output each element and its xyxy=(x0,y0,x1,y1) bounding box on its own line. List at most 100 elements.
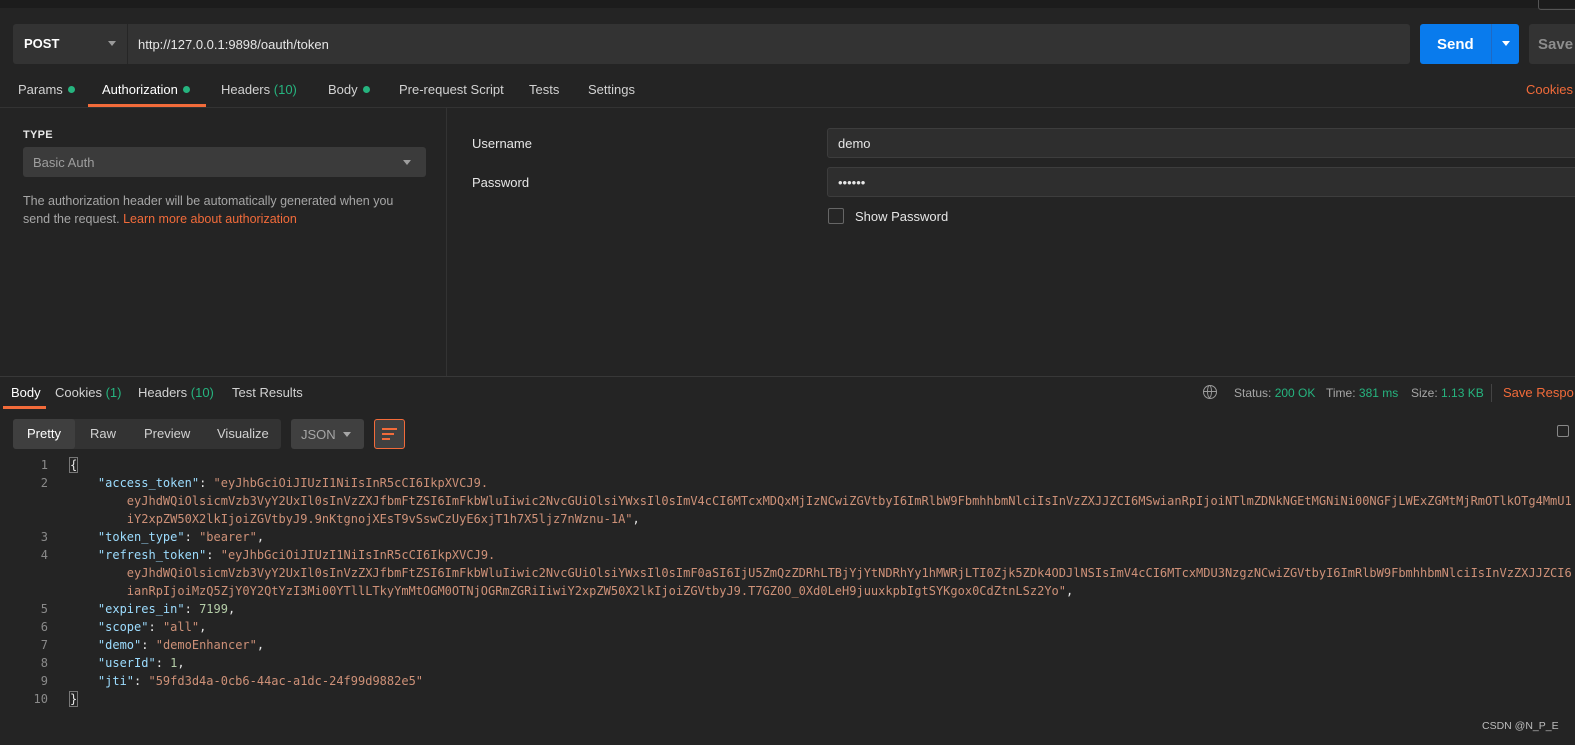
code-token: "token_type" xyxy=(97,530,185,544)
copy-icon[interactable] xyxy=(1557,425,1569,437)
code-token: "access_token" xyxy=(97,476,200,490)
tab-count: (10) xyxy=(273,82,297,97)
tab-authorization[interactable]: Authorization xyxy=(102,82,190,97)
tab-pre-request-script[interactable]: Pre-request Script xyxy=(399,82,504,97)
tab-label: Tests xyxy=(529,82,560,97)
url-input[interactable] xyxy=(127,24,1407,64)
code-token: iY2xpZW50X2lkIjoiZGVtbyJ9.9nKtgnojXEsT9v… xyxy=(69,512,633,526)
code-token: : xyxy=(148,620,163,634)
chevron-down-icon[interactable] xyxy=(1502,41,1510,46)
tab-count: (10) xyxy=(190,385,214,400)
time-label: Time: xyxy=(1326,386,1356,400)
tab-label: Settings xyxy=(588,82,635,97)
globe-icon[interactable] xyxy=(1203,385,1217,399)
code-line: } xyxy=(69,691,79,707)
code-token: "eyJhbGciOiJIUzI1NiIsInR5cCI6IkpXVCJ9. xyxy=(213,476,489,490)
code-line: eyJhdWQiOlsicmVzb3VyY2UxIl0sInVzZXJfbmFt… xyxy=(69,566,1572,580)
line-number: 1 xyxy=(40,458,48,472)
code-token: { xyxy=(69,457,79,473)
line-number: 4 xyxy=(40,548,48,562)
code-token: "demo" xyxy=(97,638,142,652)
code-line: eyJhdWQiOlsicmVzb3VyY2UxIl0sInVzZXJfbmFt… xyxy=(69,494,1572,508)
line-number: 5 xyxy=(40,602,48,616)
watermark: CSDN @N_P_E xyxy=(1482,720,1559,732)
size-label: Size: xyxy=(1411,386,1438,400)
auth-type-select[interactable]: Basic Auth xyxy=(23,147,426,177)
view-visualize[interactable]: Visualize xyxy=(217,426,269,441)
status-value: 200 OK xyxy=(1274,386,1316,400)
code-token: ianRpIjoiMzQ5ZjY0Y2QtYzI3Mi00YTllLTkyYmM… xyxy=(69,584,1066,598)
tab-label: Headers xyxy=(221,82,271,97)
code-token: "userId" xyxy=(97,656,156,670)
tab-headers[interactable]: Headers (10) xyxy=(221,82,297,97)
tab-tests[interactable]: Tests xyxy=(529,82,559,97)
code-token: , xyxy=(199,620,207,634)
code-token: "demoEnhancer" xyxy=(155,638,257,652)
line-number: 3 xyxy=(40,530,48,544)
tab-settings[interactable]: Settings xyxy=(588,82,635,97)
request-url-bar: POST xyxy=(13,24,1410,64)
tab-label: Pre-request Script xyxy=(399,82,504,97)
save-button[interactable]: Save xyxy=(1529,24,1575,64)
tab-label: Cookies xyxy=(55,385,102,400)
code-line: "expires_in": 7199, xyxy=(69,602,235,616)
format-select[interactable]: JSON xyxy=(291,419,364,449)
wrap-icon xyxy=(382,438,390,440)
code-token: : xyxy=(141,638,156,652)
response-tab-headers[interactable]: Headers (10) xyxy=(138,385,214,400)
code-token: : xyxy=(206,548,221,562)
username-field[interactable] xyxy=(827,128,1575,158)
view-pretty[interactable]: Pretty xyxy=(27,426,61,441)
top-right-control[interactable] xyxy=(1538,0,1575,10)
view-preview[interactable]: Preview xyxy=(144,426,190,441)
pane-splitter[interactable] xyxy=(0,376,1575,377)
view-raw[interactable]: Raw xyxy=(90,426,116,441)
send-divider xyxy=(1491,24,1492,64)
auth-type-value: Basic Auth xyxy=(33,155,95,170)
password-label: Password xyxy=(472,175,530,190)
code-token: "bearer" xyxy=(199,530,257,544)
code-token: "59fd3d4a-0cb6-44ac-a1dc-24f99d9882e5" xyxy=(148,674,424,688)
save-label: Save xyxy=(1538,36,1574,53)
tab-params[interactable]: Params xyxy=(18,82,75,97)
password-field[interactable] xyxy=(827,167,1575,197)
line-number: 9 xyxy=(40,674,48,688)
response-tab-cookies[interactable]: Cookies (1) xyxy=(55,385,121,400)
save-response-button[interactable]: Save Respo xyxy=(1503,385,1574,400)
show-password-checkbox[interactable] xyxy=(828,208,844,224)
tab-label: Authorization xyxy=(102,82,178,97)
learn-more-link[interactable]: Learn more about authorization xyxy=(123,212,297,226)
wrap-lines-button[interactable] xyxy=(374,419,405,449)
line-number: 10 xyxy=(33,692,48,706)
method-label: POST xyxy=(24,36,60,51)
tab-label: Headers xyxy=(138,385,188,400)
active-tab-indicator xyxy=(3,406,46,409)
time-value: 381 ms xyxy=(1358,386,1399,400)
code-line: "refresh_token": "eyJhbGciOiJIUzI1NiIsIn… xyxy=(69,548,495,562)
size-readout: Size: 1.13 KB xyxy=(1411,386,1484,400)
method-select[interactable]: POST xyxy=(13,24,128,64)
code-line: "userId": 1, xyxy=(69,656,185,670)
view-mode-bar: Pretty Raw Preview Visualize xyxy=(13,419,281,449)
code-token: , xyxy=(256,638,265,652)
wrap-icon xyxy=(382,433,394,435)
code-line: iY2xpZW50X2lkIjoiZGVtbyJ9.9nKtgnojXEsT9v… xyxy=(69,512,640,526)
status-dot xyxy=(362,86,370,93)
line-number: 6 xyxy=(40,620,48,634)
cookies-link[interactable]: Cookies xyxy=(1526,82,1573,97)
response-tab-test-results[interactable]: Test Results xyxy=(232,385,303,400)
chevron-down-icon xyxy=(108,41,116,46)
code-token: : xyxy=(155,656,171,670)
auth-type-label: TYPE xyxy=(23,129,53,141)
tab-body[interactable]: Body xyxy=(328,82,370,97)
status-dot xyxy=(67,86,75,93)
divider xyxy=(1491,384,1492,402)
response-tab-body[interactable]: Body xyxy=(11,385,41,400)
auth-description: The authorization header will be automat… xyxy=(23,192,418,228)
chevron-down-icon xyxy=(343,432,351,437)
code-token: : xyxy=(134,674,149,688)
code-token: "all" xyxy=(162,620,200,634)
send-button[interactable]: Send xyxy=(1420,24,1519,64)
